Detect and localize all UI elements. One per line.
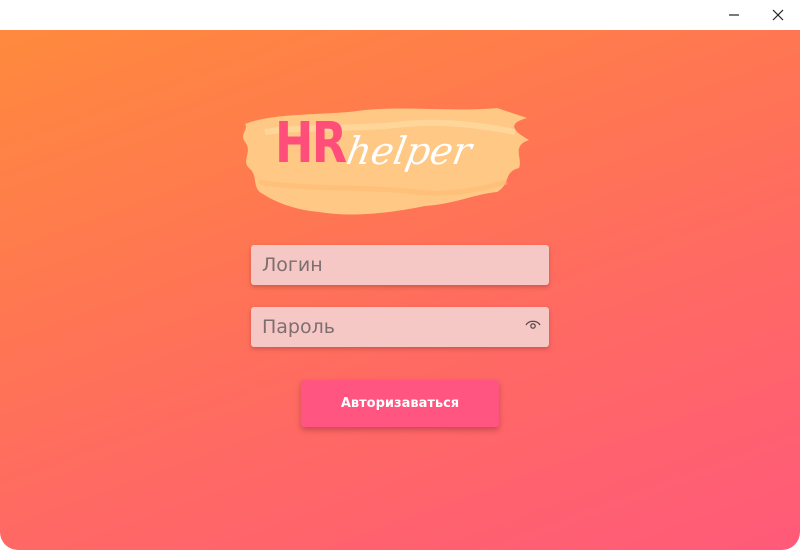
eye-icon[interactable] (525, 319, 541, 331)
authorize-button[interactable]: Авторизаваться (301, 380, 499, 427)
app-logo: HR helper (275, 111, 475, 176)
close-button[interactable] (755, 0, 800, 30)
password-field[interactable]: Пароль (251, 307, 549, 347)
login-panel: HR helper Логин Пароль Авторизаваться (0, 30, 800, 550)
minimize-button[interactable] (711, 0, 757, 30)
login-field[interactable]: Логин (251, 245, 549, 285)
logo-hr-text: HR (275, 111, 347, 176)
logo-helper-text: helper (343, 129, 475, 173)
close-icon (772, 9, 784, 21)
password-placeholder: Пароль (262, 316, 335, 338)
authorize-button-label: Авторизаваться (340, 396, 460, 411)
login-placeholder: Логин (262, 254, 323, 276)
title-bar (0, 0, 800, 30)
app-window: HR helper Логин Пароль Авторизаваться (0, 0, 800, 550)
minimize-icon (729, 14, 739, 16)
